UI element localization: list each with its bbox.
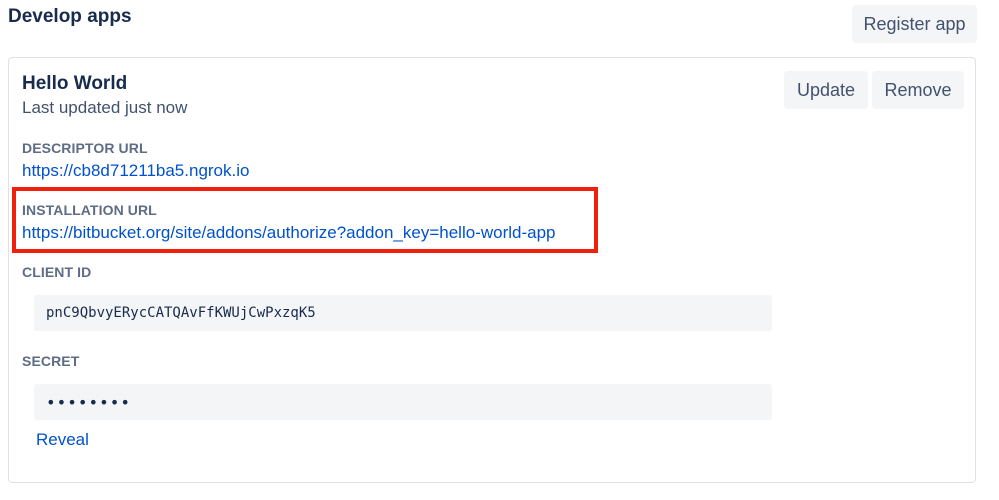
descriptor-url-link[interactable]: https://cb8d71211ba5.ngrok.io	[22, 161, 249, 181]
secret-label: SECRET	[22, 353, 80, 369]
installation-url-label: INSTALLATION URL	[22, 202, 157, 218]
remove-button[interactable]: Remove	[872, 71, 964, 109]
secret-masked-value: ••••••••	[46, 392, 132, 412]
client-id-field[interactable]: pnC9QbvyERycCATQAvFfKWUjCwPxzqK5	[34, 295, 772, 331]
installation-url-highlight	[12, 187, 598, 253]
secret-field[interactable]: ••••••••	[34, 384, 772, 420]
client-id-value: pnC9QbvyERycCATQAvFfKWUjCwPxzqK5	[46, 305, 316, 321]
register-app-button[interactable]: Register app	[852, 5, 977, 43]
installation-url-link[interactable]: https://bitbucket.org/site/addons/author…	[22, 223, 555, 243]
page-title: Develop apps	[8, 6, 132, 27]
reveal-secret-link[interactable]: Reveal	[36, 430, 89, 450]
app-card: Hello World Last updated just now Update…	[8, 57, 976, 483]
client-id-label: CLIENT ID	[22, 264, 92, 280]
app-last-updated: Last updated just now	[22, 98, 188, 117]
descriptor-url-label: DESCRIPTOR URL	[22, 140, 148, 156]
app-name: Hello World	[22, 73, 128, 94]
update-button[interactable]: Update	[784, 71, 868, 109]
